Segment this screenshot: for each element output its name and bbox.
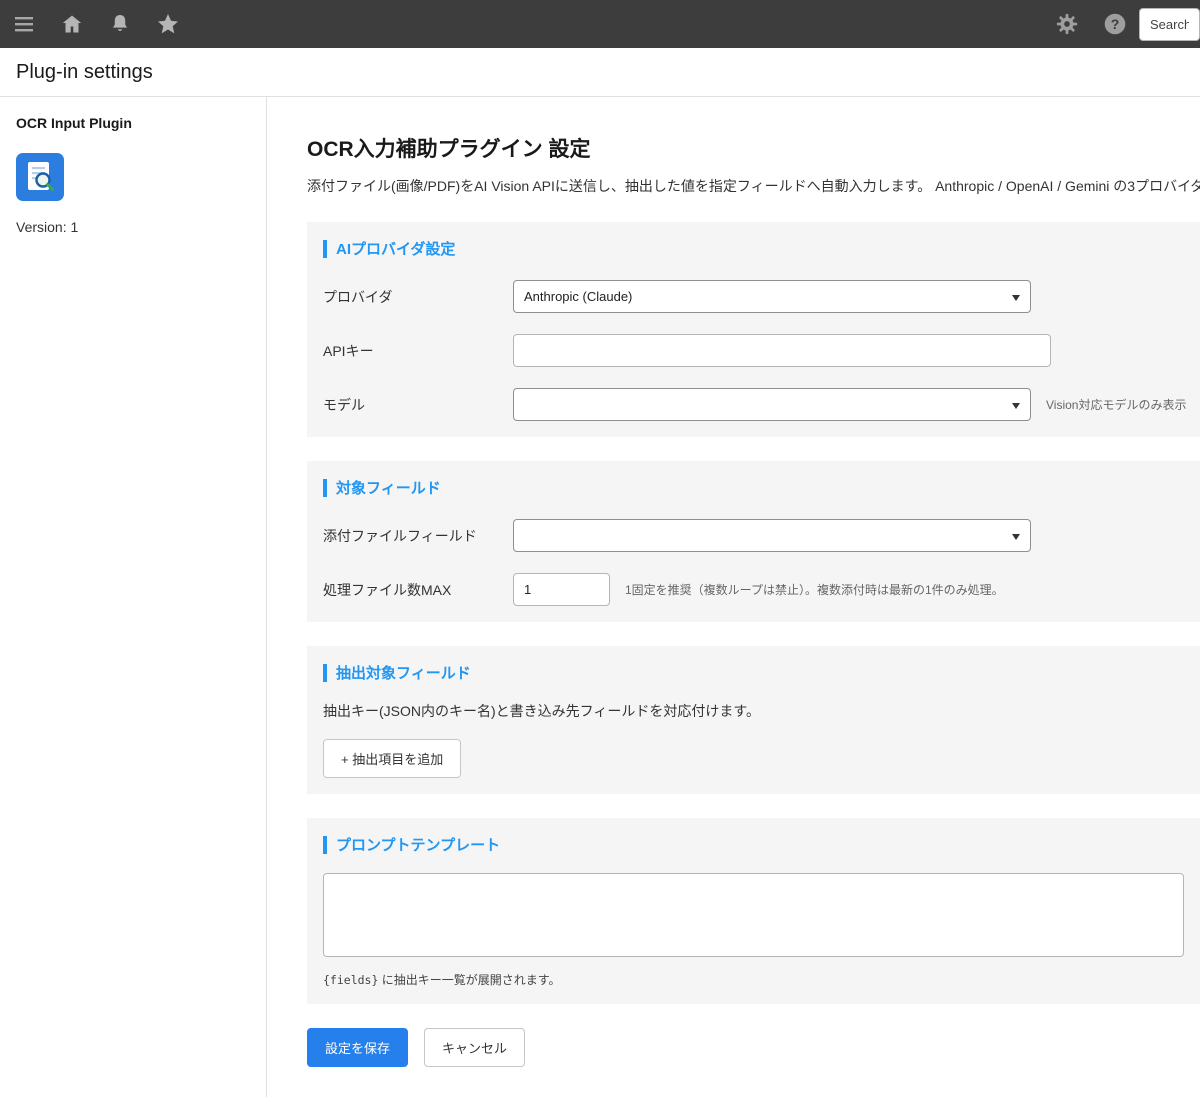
hamburger-icon <box>12 12 36 36</box>
cancel-button[interactable]: キャンセル <box>424 1028 525 1067</box>
prompt-template-note: {fields} に抽出キー一覧が展開されます。 <box>323 971 1184 988</box>
section-prompt-template: プロンプトテンプレート {fields} に抽出キー一覧が展開されます。 <box>307 818 1200 1004</box>
provider-label: プロバイダ <box>323 287 513 307</box>
star-icon <box>155 11 181 37</box>
settings-description: 添付ファイル(画像/PDF)をAI Vision APIに送信し、抽出した値を指… <box>307 176 1200 196</box>
plugin-settings-main: OCR入力補助プラグイン 設定 添付ファイル(画像/PDF)をAI Vision… <box>267 97 1200 1097</box>
provider-select-wrap: Anthropic (Claude) <box>513 280 1031 313</box>
model-label: モデル <box>323 395 513 415</box>
topbar: ? <box>0 0 1200 48</box>
section-title-label: プロンプトテンプレート <box>336 834 500 855</box>
model-select-wrap <box>513 388 1031 421</box>
prompt-template-textarea[interactable] <box>323 873 1184 957</box>
form-actions: 設定を保存 キャンセル <box>307 1028 1200 1097</box>
settings-title: OCR入力補助プラグイン 設定 <box>307 133 1200 163</box>
extract-description: 抽出キー(JSON内のキー名)と書き込み先フィールドを対応付けます。 <box>323 701 1184 721</box>
content-area: OCR Input Plugin Version: 1 OCR入力補助プラグイン… <box>0 97 1200 1097</box>
section-accent-bar <box>323 240 327 258</box>
plugin-sidebar: OCR Input Plugin Version: 1 <box>0 97 267 1097</box>
row-model: モデル Vision対応モデルのみ表示 <box>323 388 1184 421</box>
section-target-fields-title: 対象フィールド <box>323 477 1184 498</box>
attachment-field-select-wrap <box>513 519 1031 552</box>
row-provider: プロバイダ Anthropic (Claude) <box>323 280 1184 313</box>
row-max-files: 処理ファイル数MAX 1固定を推奨（複数ループは禁止）。複数添付時は最新の1件の… <box>323 573 1184 606</box>
notifications-button[interactable] <box>96 0 144 48</box>
home-icon <box>60 12 84 36</box>
section-title-label: AIプロバイダ設定 <box>336 238 455 259</box>
max-files-input[interactable] <box>513 573 610 606</box>
attachment-field-label: 添付ファイルフィールド <box>323 526 513 546</box>
help-button[interactable]: ? <box>1091 0 1139 48</box>
row-api-key: APIキー <box>323 334 1184 367</box>
hamburger-menu-button[interactable] <box>0 0 48 48</box>
section-accent-bar <box>323 836 327 854</box>
settings-button[interactable] <box>1043 0 1091 48</box>
page-title: Plug-in settings <box>0 48 1200 97</box>
api-key-label: APIキー <box>323 341 513 361</box>
attachment-field-select[interactable] <box>513 519 1031 552</box>
row-attachment-field: 添付ファイルフィールド <box>323 519 1184 552</box>
ocr-document-magnifier-icon <box>16 153 64 201</box>
prompt-note-text: に抽出キー一覧が展開されます。 <box>378 973 560 987</box>
section-extract-fields: 抽出対象フィールド 抽出キー(JSON内のキー名)と書き込み先フィールドを対応付… <box>307 646 1200 794</box>
section-accent-bar <box>323 479 327 497</box>
favorites-button[interactable] <box>144 0 192 48</box>
section-title-label: 抽出対象フィールド <box>336 662 471 683</box>
gear-icon <box>1054 11 1080 37</box>
max-files-note: 1固定を推奨（複数ループは禁止）。複数添付時は最新の1件のみ処理。 <box>625 581 1004 598</box>
plugin-name: OCR Input Plugin <box>16 115 250 131</box>
svg-text:?: ? <box>1111 16 1120 32</box>
section-target-fields: 対象フィールド 添付ファイルフィールド 処理ファイル数MAX 1固定を推奨（複数… <box>307 461 1200 622</box>
search-input[interactable] <box>1139 8 1200 41</box>
section-ai-provider: AIプロバイダ設定 プロバイダ Anthropic (Claude) APIキー… <box>307 222 1200 437</box>
api-key-input[interactable] <box>513 334 1051 367</box>
section-ai-provider-title: AIプロバイダ設定 <box>323 238 1184 259</box>
save-button[interactable]: 設定を保存 <box>307 1028 408 1067</box>
bell-icon <box>108 12 132 36</box>
model-note: Vision対応モデルのみ表示 <box>1046 396 1186 413</box>
home-button[interactable] <box>48 0 96 48</box>
help-icon: ? <box>1102 11 1128 37</box>
section-prompt-template-title: プロンプトテンプレート <box>323 834 1184 855</box>
plugin-version: Version: 1 <box>16 219 250 235</box>
section-title-label: 対象フィールド <box>336 477 441 498</box>
max-files-label: 処理ファイル数MAX <box>323 580 513 600</box>
provider-select[interactable]: Anthropic (Claude) <box>513 280 1031 313</box>
section-extract-fields-title: 抽出対象フィールド <box>323 662 1184 683</box>
model-select[interactable] <box>513 388 1031 421</box>
fields-placeholder-code: {fields} <box>323 973 378 987</box>
add-extract-item-button[interactable]: + 抽出項目を追加 <box>323 739 461 778</box>
plugin-icon <box>16 153 64 201</box>
section-accent-bar <box>323 664 327 682</box>
